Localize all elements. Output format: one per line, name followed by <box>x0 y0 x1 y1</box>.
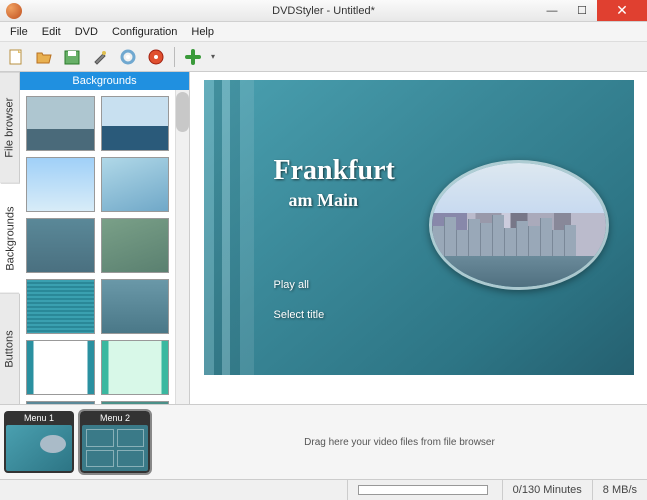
titlebar: DVDStyler - Untitled* — ☐ ✕ <box>0 0 647 22</box>
menu-subtitle[interactable]: am Main <box>289 190 359 211</box>
menu-decoration <box>204 80 274 375</box>
menu-thumb-label: Menu 1 <box>6 413 72 425</box>
status-progress <box>347 480 502 500</box>
new-button[interactable] <box>4 45 28 69</box>
background-thumb[interactable] <box>26 157 95 212</box>
menu-configuration[interactable]: Configuration <box>106 24 183 40</box>
add-button[interactable] <box>181 45 205 69</box>
background-thumb[interactable] <box>101 218 170 273</box>
wizard-button[interactable] <box>88 45 112 69</box>
add-dropdown[interactable]: ▾ <box>209 52 217 61</box>
scrollbar[interactable] <box>175 90 189 404</box>
background-thumb[interactable] <box>101 96 170 151</box>
tab-file-browser[interactable]: File browser <box>0 72 19 183</box>
app-icon <box>6 3 22 19</box>
background-thumb[interactable] <box>26 218 95 273</box>
toolbar-separator <box>174 47 175 67</box>
browser-header: Backgrounds <box>20 72 189 90</box>
open-button[interactable] <box>32 45 56 69</box>
thumbnail-grid <box>20 90 175 404</box>
menu-title[interactable]: Frankfurt <box>274 155 395 187</box>
menu-dvd[interactable]: DVD <box>69 24 104 40</box>
background-thumb[interactable] <box>101 401 170 404</box>
menu-thumb-preview <box>6 425 72 471</box>
close-button[interactable]: ✕ <box>597 0 647 21</box>
menu-items: Play all Select title <box>274 270 325 330</box>
minimize-button[interactable]: — <box>537 0 567 21</box>
background-thumb[interactable] <box>26 96 95 151</box>
progress-bar <box>358 485 488 495</box>
drag-hint: Drag here your video files from file bro… <box>156 437 643 448</box>
status-bitrate: 8 MB/s <box>592 480 647 500</box>
toolbar: ▾ <box>0 42 647 72</box>
menubar: File Edit DVD Configuration Help <box>0 22 647 42</box>
timeline-menu1[interactable]: Menu 1 <box>4 411 74 473</box>
menu-thumb-label: Menu 2 <box>82 413 148 425</box>
menu-item-play-all[interactable]: Play all <box>274 270 325 300</box>
window-title: DVDStyler - Untitled* <box>272 5 375 17</box>
timeline-menu2[interactable]: Menu 2 <box>80 411 150 473</box>
browser-panel: Backgrounds <box>20 72 190 404</box>
background-thumb[interactable] <box>26 340 95 395</box>
background-thumb[interactable] <box>101 340 170 395</box>
tab-backgrounds[interactable]: Backgrounds <box>0 183 20 294</box>
background-thumb[interactable] <box>101 157 170 212</box>
dvd-menu-canvas[interactable]: Frankfurt am Main Play all Select title <box>204 80 634 375</box>
side-tabs: File browser Backgrounds Buttons <box>0 72 20 404</box>
background-thumb[interactable] <box>26 401 95 404</box>
menu-item-select-title[interactable]: Select title <box>274 300 325 330</box>
preview-panel: Frankfurt am Main Play all Select title <box>190 72 647 404</box>
background-thumb[interactable] <box>101 279 170 334</box>
save-button[interactable] <box>60 45 84 69</box>
settings-button[interactable] <box>116 45 140 69</box>
tab-buttons[interactable]: Buttons <box>0 293 19 404</box>
menu-help[interactable]: Help <box>185 24 220 40</box>
burn-button[interactable] <box>144 45 168 69</box>
menu-image-frame[interactable] <box>429 160 609 290</box>
status-duration: 0/130 Minutes <box>502 480 592 500</box>
menu-thumb-preview <box>82 425 148 471</box>
main-area: File browser Backgrounds Buttons Backgro… <box>0 72 647 405</box>
maximize-button[interactable]: ☐ <box>567 0 597 21</box>
statusbar: 0/130 Minutes 8 MB/s <box>0 480 647 500</box>
menu-file[interactable]: File <box>4 24 34 40</box>
background-thumb[interactable] <box>26 279 95 334</box>
timeline-panel[interactable]: Menu 1 Menu 2 Drag here your video files… <box>0 405 647 480</box>
menu-edit[interactable]: Edit <box>36 24 67 40</box>
window-controls: — ☐ ✕ <box>537 0 647 21</box>
